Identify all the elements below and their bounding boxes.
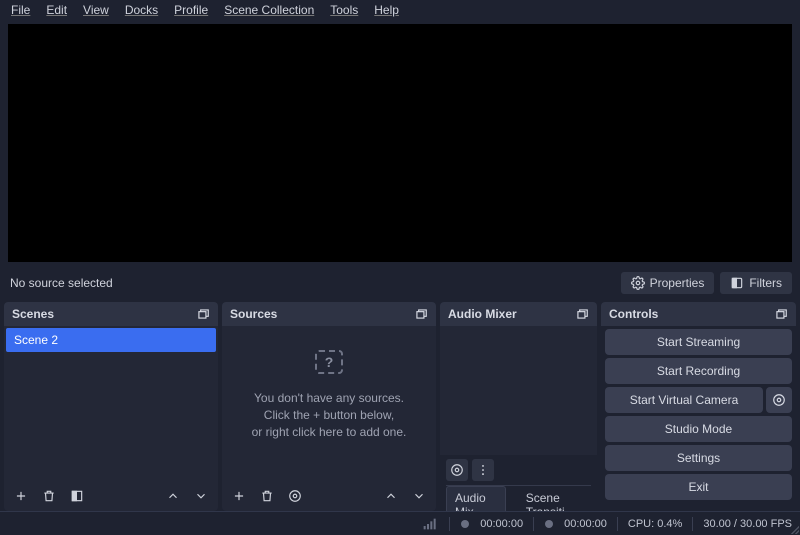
scene-item[interactable]: Scene 2: [6, 328, 216, 352]
add-scene-button[interactable]: [10, 485, 32, 507]
gear-icon: [631, 276, 645, 290]
live-duration: 00:00:00: [480, 518, 523, 530]
remove-source-button[interactable]: [256, 485, 278, 507]
trash-icon: [42, 489, 56, 503]
status-bar: 00:00:00 00:00:00 CPU: 0.4% 30.00 / 30.0…: [0, 511, 800, 535]
resize-grip[interactable]: [789, 524, 799, 534]
mixer-menu-button[interactable]: [472, 459, 494, 481]
chevron-down-icon: [194, 489, 208, 503]
scenes-title: Scenes: [12, 307, 54, 321]
kebab-icon: [476, 463, 490, 477]
sources-empty-line2: Click the + button below,: [264, 408, 394, 422]
tab-scene-transitions[interactable]: Scene Transiti...: [518, 487, 591, 512]
chevron-up-icon: [166, 489, 180, 503]
menu-file[interactable]: File: [4, 2, 37, 18]
remove-scene-button[interactable]: [38, 485, 60, 507]
gear-icon: [288, 489, 302, 503]
popout-icon[interactable]: [414, 307, 428, 321]
controls-title: Controls: [609, 307, 658, 321]
rec-dot-icon: [544, 519, 554, 529]
menu-scene-collection[interactable]: Scene Collection: [217, 2, 321, 18]
move-source-down-button[interactable]: [408, 485, 430, 507]
network-icon: [423, 518, 439, 530]
plus-icon: [232, 489, 246, 503]
mixer-settings-button[interactable]: [446, 459, 468, 481]
studio-mode-button[interactable]: Studio Mode: [605, 416, 792, 442]
menu-view[interactable]: View: [76, 2, 116, 18]
audio-mixer-footer: Audio Mix... Scene Transiti...: [440, 455, 597, 511]
tab-audio-mixer[interactable]: Audio Mix...: [446, 486, 506, 511]
filters-button[interactable]: Filters: [720, 272, 792, 294]
virtual-camera-settings-button[interactable]: [766, 387, 792, 413]
sources-empty-line3: or right click here to add one.: [252, 425, 407, 439]
start-streaming-button[interactable]: Start Streaming: [605, 329, 792, 355]
menu-help[interactable]: Help: [367, 2, 406, 18]
sources-header[interactable]: Sources: [222, 302, 436, 326]
properties-label: Properties: [650, 276, 705, 290]
sources-empty-state: ? You don't have any sources. Click the …: [222, 326, 436, 481]
scenes-header[interactable]: Scenes: [4, 302, 218, 326]
audio-mixer-title: Audio Mixer: [448, 307, 517, 321]
trash-icon: [260, 489, 274, 503]
sources-footer: [222, 481, 436, 511]
no-source-label: No source selected: [10, 276, 113, 290]
dock-row: Scenes Scene 2 Sources ? You don't have …: [0, 298, 800, 511]
move-source-up-button[interactable]: [380, 485, 402, 507]
audio-mixer-body: [440, 326, 597, 455]
start-virtual-camera-button[interactable]: Start Virtual Camera: [605, 387, 763, 413]
add-source-button[interactable]: [228, 485, 250, 507]
filters-label: Filters: [749, 276, 782, 290]
sources-empty-line1: You don't have any sources.: [254, 391, 404, 405]
audio-mixer-header[interactable]: Audio Mixer: [440, 302, 597, 326]
scenes-list[interactable]: Scene 2: [4, 326, 218, 481]
sources-list[interactable]: ? You don't have any sources. Click the …: [222, 326, 436, 481]
exit-button[interactable]: Exit: [605, 474, 792, 500]
properties-button[interactable]: Properties: [621, 272, 715, 294]
menu-tools[interactable]: Tools: [323, 2, 365, 18]
scene-filters-button[interactable]: [66, 485, 88, 507]
source-properties-button[interactable]: [284, 485, 306, 507]
settings-button[interactable]: Settings: [605, 445, 792, 471]
live-dot-icon: [460, 519, 470, 529]
rec-duration: 00:00:00: [564, 518, 607, 530]
start-recording-button[interactable]: Start Recording: [605, 358, 792, 384]
question-icon: ?: [315, 350, 343, 374]
chevron-up-icon: [384, 489, 398, 503]
sources-dock: Sources ? You don't have any sources. Cl…: [222, 302, 436, 511]
preview-canvas[interactable]: [8, 24, 792, 262]
chevron-down-icon: [412, 489, 426, 503]
move-scene-down-button[interactable]: [190, 485, 212, 507]
gear-icon: [772, 393, 786, 407]
popout-icon[interactable]: [575, 307, 589, 321]
controls-dock: Controls Start Streaming Start Recording…: [601, 302, 796, 511]
gear-icon: [450, 463, 464, 477]
controls-header[interactable]: Controls: [601, 302, 796, 326]
controls-body: Start Streaming Start Recording Start Vi…: [601, 326, 796, 503]
menu-profile[interactable]: Profile: [167, 2, 215, 18]
menu-edit[interactable]: Edit: [39, 2, 74, 18]
plus-icon: [14, 489, 28, 503]
sources-title: Sources: [230, 307, 277, 321]
menu-docks[interactable]: Docks: [118, 2, 165, 18]
menu-bar: File Edit View Docks Profile Scene Colle…: [0, 0, 800, 20]
audio-mixer-dock: Audio Mixer Audio Mix... Scene Transiti.…: [440, 302, 597, 511]
source-toolbar: No source selected Properties Filters: [0, 268, 800, 298]
fps-counter: 30.00 / 30.00 FPS: [703, 518, 792, 530]
move-scene-up-button[interactable]: [162, 485, 184, 507]
popout-icon[interactable]: [774, 307, 788, 321]
scenes-dock: Scenes Scene 2: [4, 302, 218, 511]
popout-icon[interactable]: [196, 307, 210, 321]
cpu-usage: CPU: 0.4%: [628, 518, 682, 530]
filter-icon: [70, 489, 84, 503]
scenes-footer: [4, 481, 218, 511]
filters-icon: [730, 276, 744, 290]
